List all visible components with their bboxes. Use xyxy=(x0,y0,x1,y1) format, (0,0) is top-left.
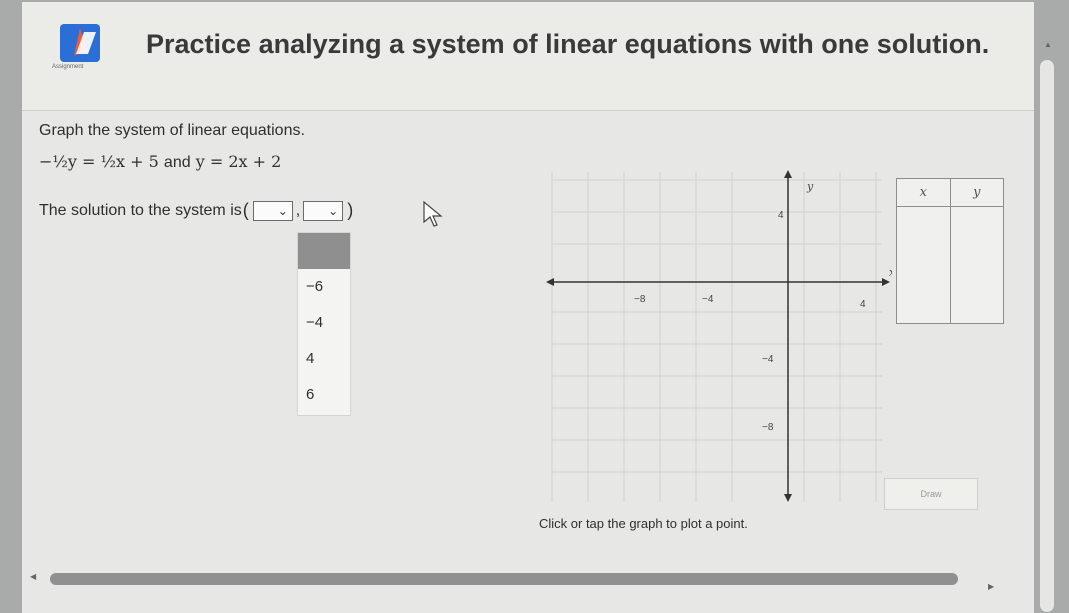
x-tick-label: −4 xyxy=(702,294,714,305)
assignment-logo-icon xyxy=(60,24,100,62)
header: Assignment Practice analyzing a system o… xyxy=(22,2,1034,111)
page: Assignment Practice analyzing a system o… xyxy=(22,2,1034,613)
solution-row: The solution to the system is ( ⌄ , ⌄ ) xyxy=(39,200,354,221)
y-tick-label: 4 xyxy=(778,210,784,221)
dropdown-option[interactable]: 6 xyxy=(298,377,350,413)
xy-table-header-x: x xyxy=(897,179,951,206)
dropdown-option[interactable]: −4 xyxy=(298,305,350,341)
cursor-arrow-icon xyxy=(423,200,443,227)
draw-button[interactable]: Draw xyxy=(884,478,978,510)
equation-conjunction: and xyxy=(163,154,191,171)
y-tick-label: −4 xyxy=(762,354,774,365)
x-tick-label: 4 xyxy=(860,299,866,310)
y-tick-label: −8 xyxy=(762,422,774,433)
xy-table: x y xyxy=(896,178,1004,324)
scroll-right-icon[interactable]: ▶ xyxy=(988,582,994,591)
equation-1: −½y = ½x + 5 xyxy=(39,152,159,171)
page-title: Practice analyzing a system of linear eq… xyxy=(146,29,990,59)
graph-caption: Click or tap the graph to plot a point. xyxy=(539,516,748,531)
vertical-scrollbar-thumb[interactable] xyxy=(1040,60,1054,612)
dropdown-list: −6 −4 4 6 xyxy=(297,232,351,416)
dropdown-option[interactable]: −6 xyxy=(298,269,350,305)
solution-x-dropdown[interactable]: ⌄ xyxy=(252,200,293,221)
x-tick-label: −8 xyxy=(634,294,646,305)
open-paren: ( xyxy=(242,200,249,220)
solution-y-dropdown[interactable]: ⌄ xyxy=(303,200,344,221)
chevron-down-icon: ⌄ xyxy=(328,203,339,218)
x-axis-label: x xyxy=(889,266,892,279)
equation-2: y = 2x + 2 xyxy=(195,152,282,171)
solution-prefix: The solution to the system is xyxy=(39,201,242,219)
coordinate-graph[interactable]: x y −8 −4 4 4 −4 −8 xyxy=(542,162,896,512)
dropdown-blank-option[interactable] xyxy=(298,233,350,269)
y-axis-label: y xyxy=(806,180,814,193)
xy-table-header-y: y xyxy=(973,185,981,200)
xy-table-cell-x[interactable] xyxy=(897,207,951,324)
equations: −½y = ½x + 5 and y = 2x + 2 xyxy=(39,152,281,172)
logo-caption: Assignment xyxy=(52,64,84,70)
comma: , xyxy=(295,201,301,219)
chevron-down-icon: ⌄ xyxy=(277,203,288,218)
scroll-left-icon[interactable]: ◀ xyxy=(30,572,36,581)
dropdown-option[interactable]: 4 xyxy=(298,341,350,377)
scroll-up-icon[interactable]: ▲ xyxy=(1044,40,1052,49)
close-paren: ) xyxy=(347,200,354,220)
xy-table-cell-y[interactable] xyxy=(951,207,1004,324)
horizontal-scrollbar-thumb[interactable] xyxy=(50,573,958,585)
instructions: Graph the system of linear equations. xyxy=(39,122,305,139)
